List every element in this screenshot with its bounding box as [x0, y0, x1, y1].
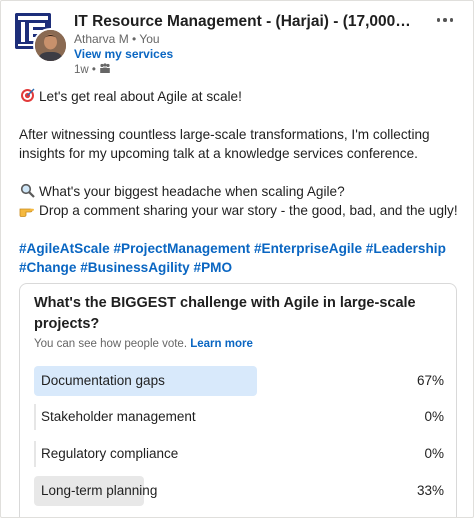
post-text: Let's get real about Agile at scale! Aft…	[19, 87, 464, 277]
poll-option-label: Long-term planning	[41, 483, 158, 498]
poll-option-divider	[34, 441, 36, 467]
poll-note-text: You can see how people vote.	[34, 338, 188, 350]
author-line: Atharva M • You	[74, 32, 160, 46]
poll-option-label: Regulatory compliance	[41, 446, 179, 461]
poll-option[interactable]: Documentation gaps 67%	[34, 366, 444, 396]
poll-option-percent: 67%	[416, 373, 444, 388]
group-name[interactable]: IT Resource Management - (Harjai) - (17,…	[74, 13, 416, 31]
post-line-1: Let's get real about Agile at scale!	[19, 87, 464, 106]
pointing-hand-emoji	[19, 201, 35, 220]
post-time: 1w •	[74, 63, 96, 76]
poll-question: What's the BIGGEST challenge with Agile …	[34, 295, 416, 332]
avatar[interactable]	[33, 28, 68, 63]
hashtag-link[interactable]: #PMO	[194, 260, 233, 275]
poll-note: You can see how people vote. Learn more	[34, 338, 253, 350]
poll-card: What's the BIGGEST challenge with Agile …	[19, 283, 457, 517]
post-line-4-text: Drop a comment sharing your war story - …	[39, 203, 458, 218]
target-emoji	[19, 87, 35, 106]
post-line-3-text: What's your biggest headache when scalin…	[39, 184, 345, 199]
post-line-3: What's your biggest headache when scalin…	[19, 182, 464, 201]
poll-option-percent: 0%	[424, 446, 444, 461]
more-icon[interactable]	[433, 13, 457, 27]
poll-option-percent: 0%	[424, 409, 444, 424]
hashtag-link[interactable]: #AgileAtScale	[19, 241, 110, 256]
view-services-link[interactable]: View my services	[74, 47, 173, 61]
hashtag-link[interactable]: #ProjectManagement	[113, 241, 250, 256]
post-card: IT Resource Management - (Harjai) - (17,…	[0, 0, 474, 518]
poll-option[interactable]: Long-term planning 33%	[34, 476, 444, 506]
learn-more-link[interactable]: Learn more	[190, 338, 253, 350]
magnifier-emoji	[19, 182, 35, 201]
poll-option-percent: 33%	[416, 483, 444, 498]
hashtag-list: #AgileAtScale #ProjectManagement #Enterp…	[19, 239, 464, 277]
post-meta: 1w •	[74, 63, 111, 76]
hashtag-link[interactable]: #EnterpriseAgile	[254, 241, 362, 256]
poll-option[interactable]: Stakeholder management 0%	[34, 402, 444, 432]
poll-option-label: Documentation gaps	[41, 373, 165, 388]
post-line-4: Drop a comment sharing your war story - …	[19, 201, 464, 220]
post-line-2: After witnessing countless large-scale t…	[19, 127, 430, 161]
post-line-1-text: Let's get real about Agile at scale!	[39, 89, 242, 104]
people-icon	[99, 63, 111, 76]
poll-option[interactable]: Regulatory compliance 0%	[34, 439, 444, 469]
poll-option-label: Stakeholder management	[41, 409, 196, 424]
hashtag-link[interactable]: #Change	[19, 260, 76, 275]
hashtag-link[interactable]: #BusinessAgility	[80, 260, 190, 275]
poll-option-divider	[34, 404, 36, 430]
hashtag-link[interactable]: #Leadership	[366, 241, 446, 256]
